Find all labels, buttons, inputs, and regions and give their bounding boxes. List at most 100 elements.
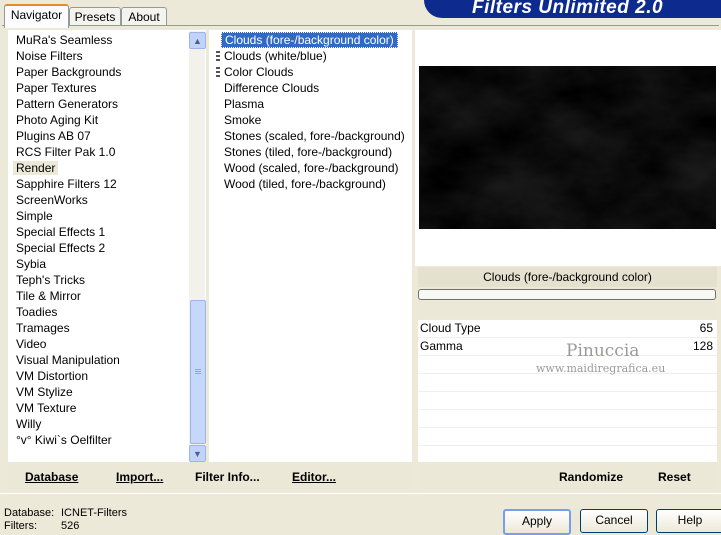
filter-item-label: Wood (scaled, fore-/background) — [224, 161, 399, 175]
grip-line — [195, 373, 201, 374]
category-item[interactable]: Plugins AB 07 — [16, 128, 186, 144]
filter-item-label: Stones (scaled, fore-/background) — [224, 129, 405, 143]
category-item[interactable]: °v° Kiwi`s Oelfilter — [16, 432, 186, 448]
tab-about-label: About — [128, 10, 160, 24]
grip-line — [195, 369, 201, 370]
filter-item-label: Clouds (white/blue) — [224, 49, 327, 63]
preview-caption-bar: Clouds (fore-/background color) — [418, 267, 717, 287]
category-list: MuRa's Seamless Noise Filters Paper Backgr… — [13, 32, 186, 448]
filter-item[interactable]: Smoke — [224, 112, 410, 128]
category-item[interactable]: Paper Backgrounds — [16, 64, 186, 80]
category-item[interactable]: VM Stylize — [16, 384, 186, 400]
param-label: Cloud Type — [420, 321, 481, 335]
scroll-down-button[interactable]: ▼ — [189, 445, 206, 462]
filter-item[interactable]: Wood (tiled, fore-/background) — [224, 176, 410, 192]
app-banner: Filters Unlimited 2.0 — [424, 0, 721, 18]
category-item[interactable]: Special Effects 2 — [16, 240, 186, 256]
category-item[interactable]: Video — [16, 336, 186, 352]
category-item-label: Photo Aging Kit — [16, 113, 99, 127]
category-item-label: Pattern Generators — [16, 97, 119, 111]
filter-info-button[interactable]: Filter Info... — [195, 470, 260, 484]
tab-navigator-label: Navigator — [10, 8, 63, 22]
category-item[interactable]: Toadies — [16, 304, 186, 320]
category-item-label: Visual Manipulation — [16, 353, 120, 367]
category-item-label: VM Texture — [16, 401, 77, 415]
filter-item-label: Stones (tiled, fore-/background) — [224, 145, 393, 159]
apply-button[interactable]: Apply — [503, 509, 571, 535]
param-value: 65 — [699, 321, 713, 335]
category-item[interactable]: Pattern Generators — [16, 96, 186, 112]
category-item-label: Willy — [16, 417, 42, 431]
tab-about[interactable]: About — [121, 7, 167, 26]
category-item[interactable]: Paper Textures — [16, 80, 186, 96]
category-item[interactable]: Tile & Mirror — [16, 288, 186, 304]
category-item-label: Sybia — [16, 257, 47, 271]
category-item-label: Sapphire Filters 12 — [16, 177, 117, 191]
category-item-label: Special Effects 1 — [16, 225, 106, 239]
param-row-empty — [418, 410, 717, 428]
param-row-cloud-type[interactable]: Cloud Type 65 — [418, 320, 717, 338]
tab-navigator[interactable]: Navigator — [4, 4, 69, 28]
import-button[interactable]: Import... — [116, 470, 163, 484]
filter-item[interactable]: Color Clouds — [224, 64, 410, 80]
category-item-label: Paper Textures — [16, 81, 97, 95]
filter-item[interactable]: Plasma — [224, 96, 410, 112]
database-button[interactable]: Database — [25, 470, 78, 484]
scroll-up-button[interactable]: ▲ — [189, 32, 206, 49]
category-item-label: VM Distortion — [16, 369, 89, 383]
preview-image — [419, 66, 716, 229]
category-item[interactable]: Visual Manipulation — [16, 352, 186, 368]
watermark-name: Pinuccia — [566, 341, 640, 361]
category-item[interactable]: RCS Filter Pak 1.0 — [16, 144, 186, 160]
filter-list: Clouds (fore-/background color) Clouds (w… — [221, 32, 410, 192]
category-item[interactable]: VM Distortion — [16, 368, 186, 384]
tab-divider — [2, 25, 719, 26]
category-item[interactable]: Photo Aging Kit — [16, 112, 186, 128]
cancel-button[interactable]: Cancel — [580, 509, 648, 533]
filter-item-label: Clouds (fore-/background color) — [221, 32, 398, 48]
filter-item-label: Wood (tiled, fore-/background) — [224, 177, 386, 191]
scroll-thumb[interactable] — [190, 300, 206, 444]
category-item[interactable]: Noise Filters — [16, 48, 186, 64]
randomize-button[interactable]: Randomize — [559, 470, 623, 484]
app-title: Filters Unlimited 2.0 — [472, 0, 664, 18]
database-status-label: Database: — [4, 507, 55, 519]
param-label: Gamma — [420, 339, 463, 353]
preview-caption: Clouds (fore-/background color) — [483, 270, 652, 284]
category-item-label: VM Stylize — [16, 385, 73, 399]
filter-item[interactable]: Difference Clouds — [224, 80, 410, 96]
category-item-label: ScreenWorks — [16, 193, 88, 207]
category-item[interactable]: MuRa's Seamless — [16, 32, 186, 48]
category-item[interactable]: Simple — [16, 208, 186, 224]
category-item-label: MuRa's Seamless — [16, 33, 113, 47]
category-item[interactable]: Sybia — [16, 256, 186, 272]
category-item-label: RCS Filter Pak 1.0 — [16, 145, 116, 159]
category-item[interactable]: Teph's Tricks — [16, 272, 186, 288]
category-item-label: Toadies — [16, 305, 58, 319]
progress-bar — [418, 289, 716, 300]
chevron-up-icon: ▲ — [193, 35, 202, 46]
tab-presets[interactable]: Presets — [69, 7, 121, 26]
category-item-label: Simple — [16, 209, 53, 223]
category-item-label: Video — [16, 337, 47, 351]
category-item-label: Special Effects 2 — [16, 241, 106, 255]
param-row-empty — [418, 428, 717, 446]
status-separator — [0, 493, 721, 494]
reset-button[interactable]: Reset — [658, 470, 691, 484]
category-item[interactable]: ScreenWorks — [16, 192, 186, 208]
help-button[interactable]: Help — [656, 509, 721, 533]
editor-button[interactable]: Editor... — [292, 470, 336, 484]
category-item[interactable]: Tramages — [16, 320, 186, 336]
category-item-label: Plugins AB 07 — [16, 129, 91, 143]
category-item[interactable]: VM Texture — [16, 400, 186, 416]
category-item[interactable]: Sapphire Filters 12 — [16, 176, 186, 192]
filter-item[interactable]: Stones (scaled, fore-/background) — [224, 128, 410, 144]
category-item-label: °v° Kiwi`s Oelfilter — [16, 433, 112, 447]
category-item[interactable]: Willy — [16, 416, 186, 432]
category-item[interactable]: Special Effects 1 — [16, 224, 186, 240]
category-item[interactable]: Render — [13, 160, 186, 176]
filter-item[interactable]: Clouds (fore-/background color) — [221, 32, 410, 48]
filter-item[interactable]: Clouds (white/blue) — [224, 48, 410, 64]
filter-item[interactable]: Stones (tiled, fore-/background) — [224, 144, 410, 160]
filter-item[interactable]: Wood (scaled, fore-/background) — [224, 160, 410, 176]
